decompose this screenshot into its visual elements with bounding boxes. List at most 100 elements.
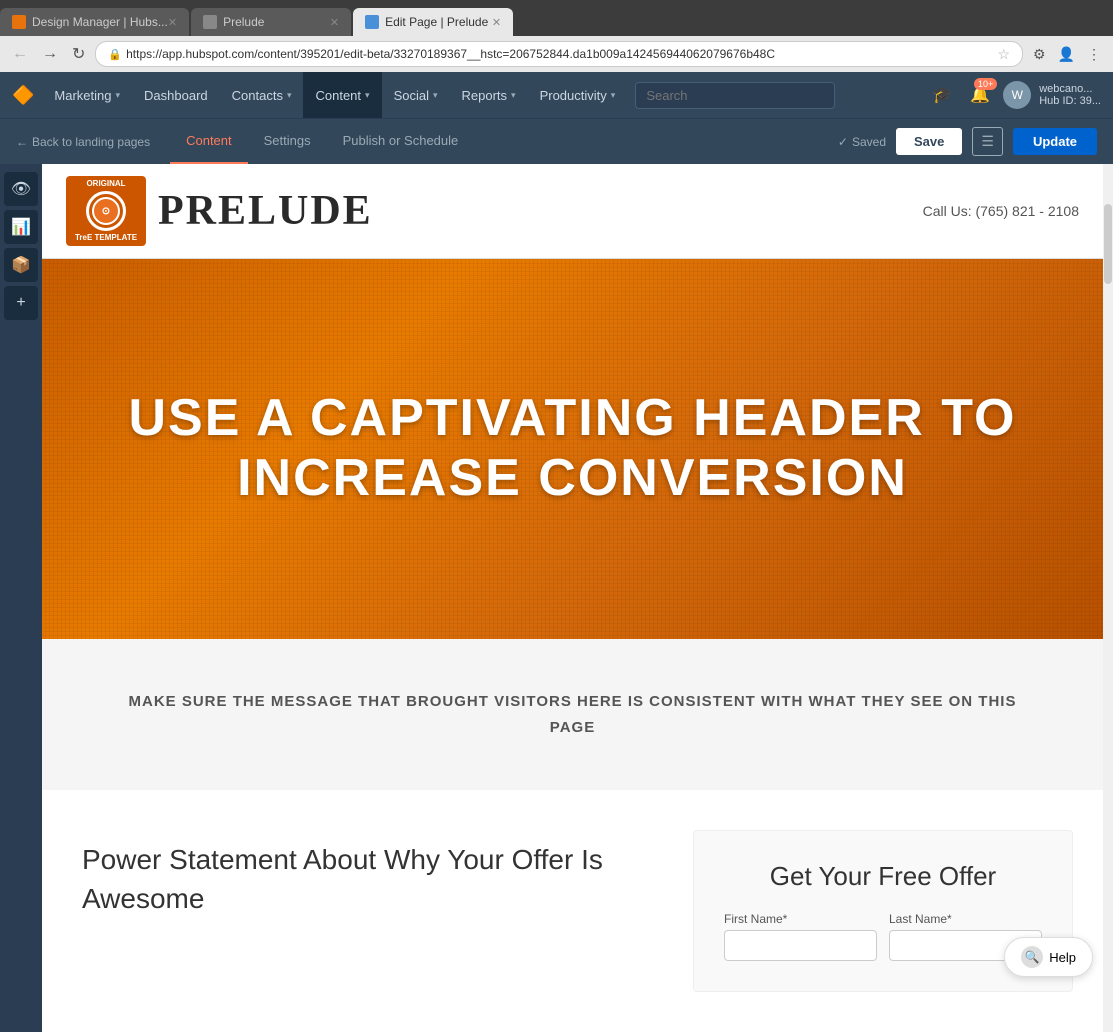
scrollbar-thumb (1104, 204, 1112, 284)
notifications-icon[interactable]: 🔔 10+ (965, 80, 995, 110)
sub-hero-text-content: MAKE SURE THE MESSAGE THAT BROUGHT VISIT… (122, 689, 1023, 740)
edit-actions: ✓ Saved Save ☰ Update (838, 127, 1097, 156)
edit-tabs: Content Settings Publish or Schedule (170, 119, 838, 165)
analytics-button[interactable]: 📊 (4, 210, 38, 244)
tab-close-3[interactable]: ✕ (492, 16, 501, 29)
back-to-landing-pages[interactable]: ← Back to landing pages (16, 135, 150, 149)
user-avatar[interactable]: W (1003, 81, 1031, 109)
tab-favicon-3 (365, 15, 379, 29)
nav-reports-chevron: ▾ (511, 90, 516, 101)
sub-hero-section: MAKE SURE THE MESSAGE THAT BROUGHT VISIT… (42, 639, 1103, 790)
address-bar: ← → ↻ 🔒 https://app.hubspot.com/content/… (0, 36, 1113, 72)
extensions-button[interactable]: ⚙ (1029, 44, 1050, 65)
logo-badge-line1: ORIGINAL (86, 179, 125, 189)
notification-badge: 10+ (974, 78, 997, 90)
checkmark-icon: ✓ (838, 135, 848, 149)
username-text: webcano... (1039, 83, 1101, 95)
nav-content[interactable]: Content ▾ (303, 72, 381, 118)
brand-name: PRELUDE (158, 187, 373, 235)
nav-marketing-label: Marketing (54, 88, 111, 103)
more-options-button[interactable]: ☰ (972, 127, 1003, 156)
right-scrollbar[interactable] (1103, 164, 1113, 1032)
tab-edit-page[interactable]: Edit Page | Prelude ✕ (353, 8, 513, 36)
nav-marketing-chevron: ▾ (116, 90, 121, 101)
nav-social-label: Social (394, 88, 429, 103)
tab-bar: Design Manager | Hubs... ✕ Prelude ✕ Edi… (0, 0, 1113, 36)
nav-social[interactable]: Social ▾ (382, 72, 450, 118)
hero-text: USE A CAPTIVATING HEADER TO INCREASE CON… (89, 389, 1057, 509)
preview-button[interactable]: 👁 (4, 172, 38, 206)
page-header: ORIGINAL ⊙ TreE TEMPLATE PRELUDE Call Us… (42, 164, 1103, 259)
update-button[interactable]: Update (1013, 128, 1097, 155)
tab-favicon-1 (12, 15, 26, 29)
tab-content-label: Content (186, 133, 232, 148)
tab-publish[interactable]: Publish or Schedule (327, 119, 475, 165)
hero-heading: USE A CAPTIVATING HEADER TO INCREASE CON… (129, 389, 1017, 509)
search-icon: 🔍 (1021, 946, 1043, 968)
address-input[interactable]: 🔒 https://app.hubspot.com/content/395201… (95, 41, 1023, 67)
form-firstname-label: First Name* (724, 912, 877, 926)
hubspot-navbar: 🔶 Marketing ▾ Dashboard Contacts ▾ Conte… (0, 72, 1113, 118)
box-icon: 📦 (11, 255, 31, 275)
help-label: Help (1049, 950, 1076, 965)
saved-status: ✓ Saved (838, 135, 886, 149)
nav-contacts-chevron: ▾ (287, 90, 292, 101)
edit-bar: ← Back to landing pages Content Settings… (0, 118, 1113, 164)
menu-dots-button[interactable]: ⋮ (1083, 44, 1105, 65)
tab-label-3: Edit Page | Prelude (385, 15, 488, 29)
tab-content[interactable]: Content (170, 119, 248, 165)
tab-favicon-2 (203, 15, 217, 29)
nav-reports-label: Reports (462, 88, 508, 103)
tab-label-2: Prelude (223, 15, 264, 29)
logo-badge-inner: ⊙ (92, 197, 120, 225)
nav-forward-button[interactable]: → (38, 43, 62, 65)
phone-number: Call Us: (765) 821 - 2108 (923, 203, 1079, 219)
save-button[interactable]: Save (896, 128, 962, 155)
form-name-row: First Name* Last Name* (724, 912, 1042, 961)
tab-settings[interactable]: Settings (248, 119, 327, 165)
address-text: https://app.hubspot.com/content/395201/e… (126, 47, 775, 61)
form-firstname-group: First Name* (724, 912, 877, 961)
user-label[interactable]: webcano... Hub ID: 39... (1039, 83, 1101, 107)
hubspot-logo: 🔶 (12, 85, 34, 106)
tab-prelude[interactable]: Prelude ✕ (191, 8, 351, 36)
nav-content-chevron: ▾ (365, 90, 370, 101)
star-icon: ☆ (997, 46, 1010, 63)
logo-badge-ring: ⊙ (86, 191, 126, 231)
power-statement: Power Statement About Why Your Offer Is … (82, 840, 653, 918)
nav-contacts[interactable]: Contacts ▾ (220, 72, 304, 118)
form-title: Get Your Free Offer (724, 861, 1042, 892)
hub-id-text: Hub ID: 39... (1039, 95, 1101, 107)
eye-icon: 👁 (11, 179, 31, 199)
logo-badge-line2: TreE TEMPLATE (75, 233, 137, 243)
nav-marketing[interactable]: Marketing ▾ (42, 72, 132, 118)
nav-dashboard[interactable]: Dashboard (132, 72, 220, 118)
add-button[interactable]: + (4, 286, 38, 320)
browser-chrome: Design Manager | Hubs... ✕ Prelude ✕ Edi… (0, 0, 1113, 72)
nav-content-label: Content (315, 88, 361, 103)
nav-social-chevron: ▾ (433, 90, 438, 101)
page-logo: ORIGINAL ⊙ TreE TEMPLATE PRELUDE (66, 176, 373, 246)
search-input[interactable] (635, 82, 835, 109)
form-firstname-input[interactable] (724, 930, 877, 961)
nav-productivity-chevron: ▾ (611, 90, 616, 101)
back-label: Back to landing pages (32, 135, 150, 149)
modules-button[interactable]: 📦 (4, 248, 38, 282)
help-button[interactable]: 🔍 Help (1004, 937, 1093, 977)
logo-badge-icon: ⊙ (102, 206, 110, 217)
nav-reports[interactable]: Reports ▾ (450, 72, 528, 118)
help-btn-area: 🔍 Help (1004, 937, 1093, 977)
nav-dashboard-label: Dashboard (144, 88, 208, 103)
academy-icon[interactable]: 🎓 (927, 80, 957, 110)
tab-close-2[interactable]: ✕ (330, 16, 339, 29)
profile-button[interactable]: 👤 (1054, 44, 1079, 65)
tab-close-1[interactable]: ✕ (168, 16, 177, 29)
back-arrow-icon: ← (16, 135, 28, 149)
lower-section: Power Statement About Why Your Offer Is … (42, 790, 1103, 1032)
nav-productivity[interactable]: Productivity ▾ (528, 72, 628, 118)
nav-refresh-button[interactable]: ↻ (68, 42, 89, 66)
nav-productivity-label: Productivity (540, 88, 607, 103)
nav-back-button[interactable]: ← (8, 43, 32, 65)
tab-design-manager[interactable]: Design Manager | Hubs... ✕ (0, 8, 189, 36)
hero-heading-line2: INCREASE CONVERSION (129, 449, 1017, 509)
